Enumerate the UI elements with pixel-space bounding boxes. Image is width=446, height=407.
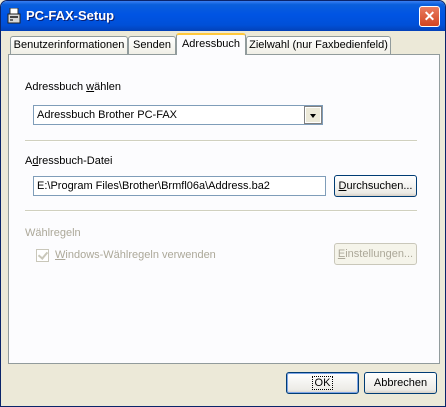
- dial-rules-settings-button[interactable]: Einstellungen...: [334, 243, 417, 265]
- chevron-down-icon[interactable]: [304, 106, 322, 124]
- tab-zielwahl[interactable]: Zielwahl (nur Faxbedienfeld): [246, 36, 391, 54]
- windows-dial-rules-label: Windows-Wählregeln verwenden: [55, 249, 216, 261]
- separator: [25, 210, 417, 212]
- title-bar[interactable]: PC-FAX-Setup ✕: [1, 1, 445, 31]
- close-button[interactable]: ✕: [419, 6, 440, 27]
- tab-panel-adressbuch: [8, 54, 440, 364]
- ok-button-label: OK: [311, 376, 334, 390]
- address-file-label: Adressbuch-Datei: [25, 155, 113, 167]
- address-book-dropdown-value: Adressbuch Brother PC-FAX: [37, 109, 178, 121]
- tab-senden[interactable]: Senden: [128, 36, 176, 54]
- address-book-select-label: Adressbuch wählen: [25, 81, 122, 93]
- address-file-path-value: E:\Program Files\Brother\Brmfl06a\Addres…: [37, 180, 270, 192]
- windows-dial-rules-checkbox[interactable]: [36, 249, 49, 262]
- window-title: PC-FAX-Setup: [26, 8, 115, 23]
- tab-adressbuch[interactable]: Adressbuch: [176, 33, 246, 55]
- close-icon: ✕: [423, 8, 436, 24]
- fax-app-icon: [7, 8, 21, 24]
- address-file-path-field[interactable]: E:\Program Files\Brother\Brmfl06a\Addres…: [33, 176, 326, 196]
- address-book-dropdown[interactable]: Adressbuch Brother PC-FAX: [33, 105, 323, 125]
- browse-button[interactable]: Durchsuchen...: [334, 175, 417, 197]
- separator: [25, 140, 417, 142]
- dial-rules-label: Wählregeln: [25, 227, 81, 239]
- cancel-button[interactable]: Abbrechen: [364, 372, 437, 394]
- pc-fax-setup-window: PC-FAX-Setup ✕ Benutzerinformationen Sen…: [0, 0, 446, 407]
- ok-button[interactable]: OK: [286, 372, 359, 394]
- tab-benutzerinformationen[interactable]: Benutzerinformationen: [10, 36, 128, 54]
